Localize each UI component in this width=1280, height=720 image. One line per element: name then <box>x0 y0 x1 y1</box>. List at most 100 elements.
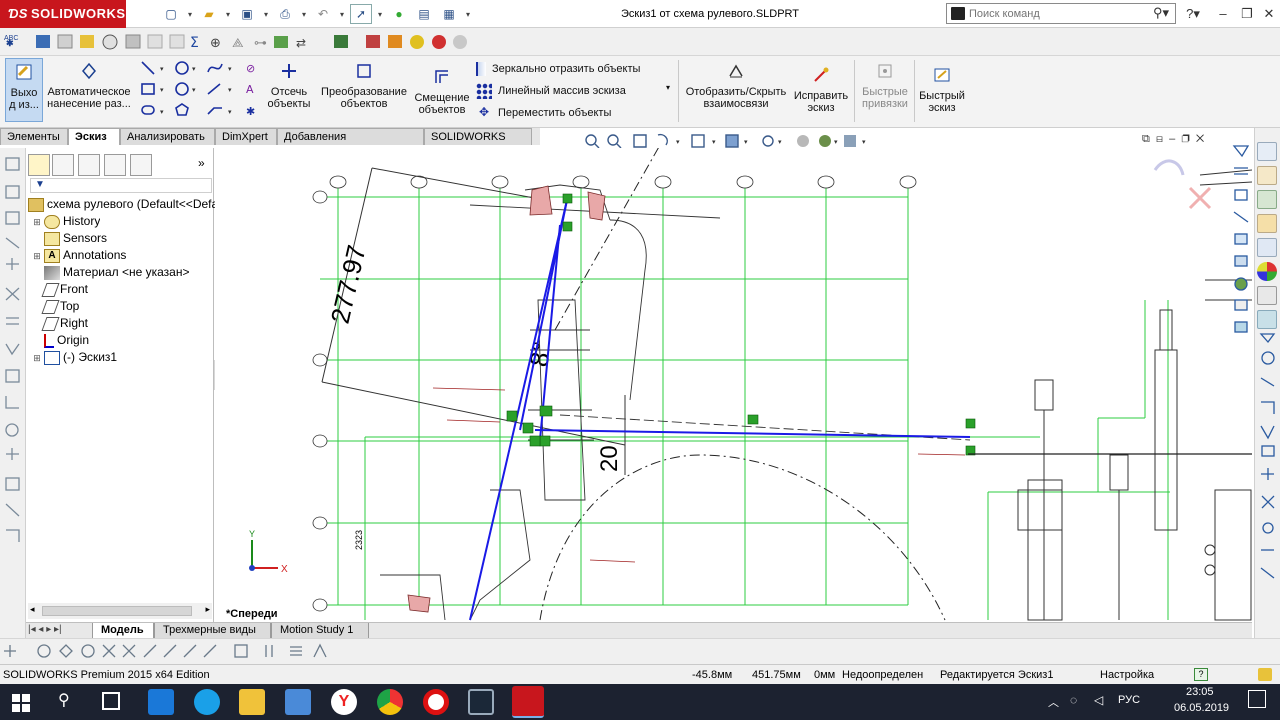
file-explorer-icon[interactable] <box>1257 214 1277 233</box>
network-icon[interactable]: ◌ <box>1070 693 1077 707</box>
quick-snaps-button[interactable]: Быстрые привязки <box>858 62 912 110</box>
units-settings-button[interactable]: Настройка <box>1100 665 1154 685</box>
forum-icon[interactable] <box>1257 310 1277 329</box>
feature-tree-tab-icon[interactable] <box>28 154 50 176</box>
exit-sketch-button[interactable]: Выхо д из... <box>5 58 43 122</box>
search-icon[interactable]: ⚲▾ <box>1153 5 1169 21</box>
configuration-manager-tab-icon[interactable] <box>78 154 100 176</box>
move-entities-button[interactable]: ✥ Переместить объекты <box>476 105 611 121</box>
tree-item-material[interactable]: Материал <не указан> <box>32 264 189 281</box>
steam-icon[interactable] <box>468 689 494 715</box>
expand-icon[interactable]: ⊞ <box>32 214 42 230</box>
minimize-view-icon[interactable]: – <box>1169 133 1175 145</box>
undo-icon[interactable]: ↶ <box>312 4 334 24</box>
store-icon[interactable] <box>285 689 311 715</box>
tab-mbd[interactable]: SOLIDWORKS MBD <box>424 128 532 159</box>
dimxpert-manager-tab-icon[interactable] <box>104 154 126 176</box>
notification-center-icon[interactable] <box>1248 690 1266 708</box>
opera-icon[interactable] <box>423 689 449 715</box>
expand-icon[interactable]: ⊞ <box>32 248 42 264</box>
solidworks-taskbar-icon[interactable] <box>512 686 544 718</box>
chevron-down-icon[interactable]: ▾ <box>223 4 233 24</box>
tab-dimxpert[interactable]: DimXpert <box>215 128 277 145</box>
select-cursor-icon[interactable]: ➚ <box>350 4 372 24</box>
graphics-area[interactable]: 277.97 20 8° 2323 Y X *Спереди <box>215 148 1252 623</box>
custom-properties-icon[interactable] <box>1257 286 1277 305</box>
tree-item-front-plane[interactable]: Front <box>32 281 88 298</box>
split-view-icon[interactable]: ⧉ <box>1142 133 1150 145</box>
convert-entities-button[interactable]: Преобразование объектов <box>318 62 410 110</box>
help-icon[interactable]: ?▾ <box>1182 4 1204 24</box>
file-properties-icon[interactable]: ▤ <box>413 4 435 24</box>
notification-icon[interactable] <box>1258 668 1272 681</box>
task-view-icon[interactable] <box>102 692 120 710</box>
expand-panel-icon[interactable]: » <box>198 156 205 170</box>
tree-item-sensors[interactable]: Sensors <box>32 230 107 247</box>
close-icon[interactable]: ✕ <box>1258 4 1280 24</box>
auto-dimension-button[interactable]: Автоматическое нанесение раз... <box>46 62 132 110</box>
skype-icon[interactable] <box>194 689 220 715</box>
appearances-icon[interactable] <box>1257 262 1277 281</box>
solidworks-logo[interactable]: ƊS SOLIDWORKS <box>0 0 126 28</box>
tree-item-origin[interactable]: Origin <box>32 332 89 349</box>
tree-item-sketch1[interactable]: ⊞ (-) Эскиз1 <box>32 349 117 366</box>
close-view-icon[interactable]: ✕ <box>1196 133 1204 145</box>
tree-item-history[interactable]: ⊞ History <box>32 213 100 230</box>
command-search[interactable]: ⚲▾ <box>946 3 1176 24</box>
tree-horizontal-scrollbar[interactable]: ◂ ▸ <box>28 603 212 619</box>
chevron-down-icon[interactable]: ▾ <box>299 4 309 24</box>
rapid-sketch-button[interactable]: Быстрый эскиз <box>916 66 968 114</box>
dimension-20-label[interactable]: 20 <box>596 445 623 472</box>
home-icon[interactable] <box>1257 166 1277 185</box>
chrome-icon[interactable] <box>377 689 403 715</box>
scroll-right-icon[interactable]: ▸ <box>205 604 210 615</box>
yandex-browser-icon[interactable]: Y <box>331 689 357 715</box>
clock-time[interactable]: 23:05 <box>1186 686 1214 698</box>
property-manager-tab-icon[interactable] <box>52 154 74 176</box>
tree-item-right-plane[interactable]: Right <box>32 315 88 332</box>
mirror-entities-button[interactable]: Зеркально отразить объекты <box>476 62 640 76</box>
open-folder-icon[interactable]: ▰ <box>198 4 220 24</box>
tab-sketch[interactable]: Эскиз <box>68 128 120 145</box>
tree-filter[interactable]: ▼ <box>30 178 212 193</box>
volume-icon[interactable]: ◁ <box>1094 693 1103 707</box>
save-icon[interactable]: ▣ <box>236 4 258 24</box>
edge-icon[interactable] <box>148 689 174 715</box>
display-manager-tab-icon[interactable] <box>130 154 152 176</box>
sketch-canvas[interactable]: 277.97 20 8° 2323 Y X *Спереди <box>215 148 1252 623</box>
clock-date[interactable]: 06.05.2019 <box>1174 702 1229 714</box>
tree-root[interactable]: схема рулевого (Default<<Default <box>26 196 231 213</box>
repair-sketch-button[interactable]: Исправить эскиз <box>792 66 850 114</box>
design-library-icon[interactable] <box>1257 190 1277 209</box>
trim-entities-button[interactable]: Отсечь объекты <box>262 62 316 110</box>
linear-pattern-button[interactable]: Линейный массив эскиза ▾ <box>476 83 670 99</box>
chevron-down-icon[interactable]: ▾ <box>666 83 670 92</box>
tab-motion-study[interactable]: Motion Study 1 <box>271 623 369 639</box>
rebuild-icon[interactable]: ● <box>388 4 410 24</box>
expand-icon[interactable]: ⊞ <box>32 350 42 366</box>
tab-evaluate[interactable]: Анализировать <box>120 128 215 145</box>
search-input[interactable] <box>969 6 1149 22</box>
help-status-icon[interactable]: ? <box>1194 668 1208 681</box>
tab-model[interactable]: Модель <box>92 623 154 639</box>
tile-view-icon[interactable]: ⊟ <box>1156 133 1163 145</box>
chevron-down-icon[interactable]: ▾ <box>463 4 473 24</box>
restore-view-icon[interactable]: ❐ <box>1181 133 1189 145</box>
minimize-icon[interactable]: – <box>1212 4 1234 24</box>
tree-item-annotations[interactable]: ⊞ A Annotations <box>32 247 126 264</box>
windows-start-icon[interactable] <box>12 694 30 712</box>
resources-icon[interactable] <box>1257 142 1277 161</box>
new-file-icon[interactable]: ▢ <box>160 4 182 24</box>
search-icon[interactable]: ⚲ <box>58 690 70 710</box>
chevron-down-icon[interactable]: ▾ <box>261 4 271 24</box>
tab-features[interactable]: Элементы <box>0 128 68 145</box>
chevron-down-icon[interactable]: ▾ <box>185 4 195 24</box>
file-explorer-icon[interactable] <box>239 689 265 715</box>
tab-3d-views[interactable]: Трехмерные виды <box>154 623 271 639</box>
tab-addins[interactable]: Добавления SOLIDWORKS <box>277 128 424 159</box>
chevron-down-icon[interactable]: ▾ <box>375 4 385 24</box>
restore-icon[interactable]: ❐ <box>1236 4 1258 24</box>
chevron-down-icon[interactable]: ▾ <box>337 4 347 24</box>
show-relations-button[interactable]: Отобразить/Скрыть взаимосвязи <box>684 62 788 110</box>
scroll-thumb[interactable] <box>42 606 192 616</box>
